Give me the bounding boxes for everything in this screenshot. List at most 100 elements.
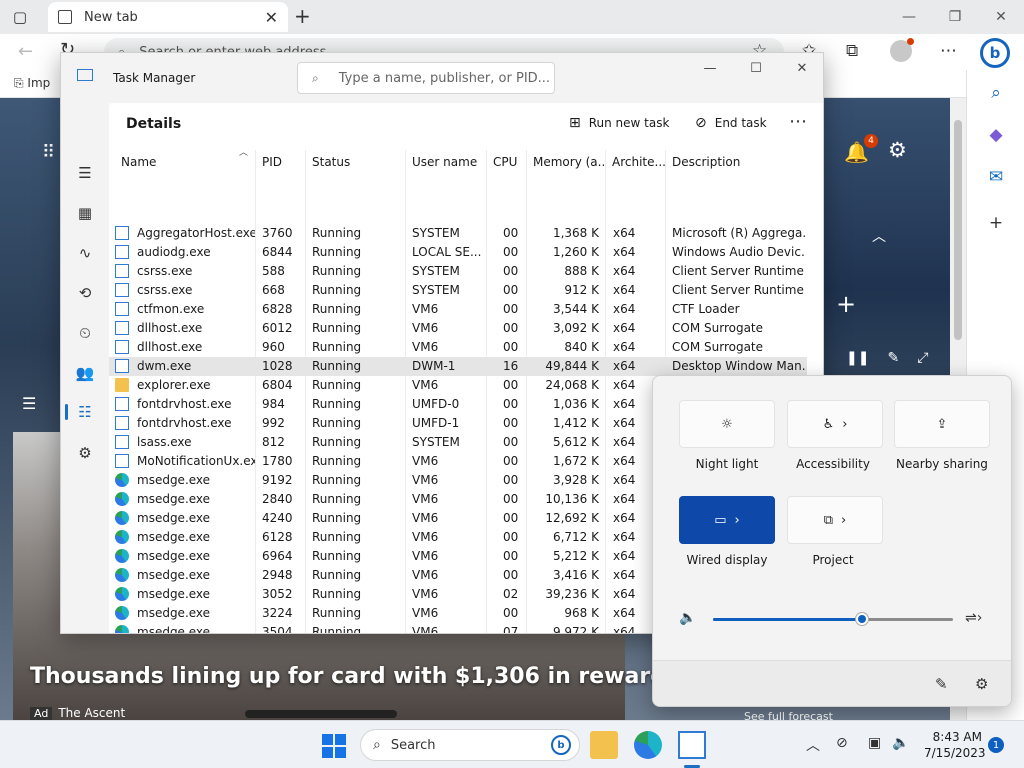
tab-actions-icon[interactable]: ▢ [10,7,30,27]
cell-user: VM6 [412,549,439,563]
table-row[interactable]: dllhost.exe 960 Running VM6 00 840 K x64 COM Su… [109,338,807,357]
edit-background-icon[interactable]: ✎ [887,350,899,366]
bing-chat-icon[interactable]: b [980,38,1010,68]
cell-memory: 3,928 K [552,473,599,487]
taskbar-search-box[interactable]: ⌕ Search b [360,729,580,761]
edit-quick-settings-icon[interactable]: ✎ [935,675,948,693]
task-manager-window-controls: — ☐ ✕ [687,53,823,83]
column-header-description[interactable]: Description [668,155,808,177]
table-row[interactable]: csrss.exe 668 Running SYSTEM 00 912 K x64 Clien… [109,281,807,300]
more-options-icon[interactable]: ⋯ [940,41,957,61]
nearby-sharing-toggle[interactable]: ⇪ [894,400,990,448]
hamburger-menu-icon[interactable]: ☰ [75,163,95,183]
chevron-up-icon[interactable]: ︿ [872,226,886,246]
wired-display-toggle[interactable]: ▭ › [679,496,775,544]
table-row[interactable]: AggregatorHost.exe 3760 Running SYSTEM 00 1,3… [109,224,807,243]
minimize-icon[interactable]: — [886,0,932,34]
pause-icon[interactable]: ❚❚ [846,350,869,366]
table-row[interactable]: dwm.exe 1028 Running DWM-1 16 49,844 K x64 Desk… [109,357,807,376]
network-icon[interactable]: ⊘ [836,735,848,751]
clock[interactable]: 8:43 AM 7/15/2023 [924,729,986,761]
cell-status: Running [312,378,362,392]
column-header-pid[interactable]: PID [258,155,306,177]
minimize-icon[interactable]: — [687,53,733,83]
close-window-icon[interactable]: ✕ [978,0,1024,34]
task-manager-search-input[interactable]: ⌕ Type a name, publisher, or PID... [297,62,555,94]
profile-avatar[interactable] [890,38,914,62]
ad-attribution: Ad The Ascent [30,706,125,720]
cell-status: Running [312,549,362,563]
processes-icon[interactable]: ▦ [75,203,95,223]
accessibility-toggle[interactable]: ♿ › [787,400,883,448]
app-history-icon[interactable]: ⟲ [75,283,95,303]
news-headline[interactable]: Thousands lining up for card with $1,306… [30,664,679,689]
page-scrollbar-thumb[interactable] [954,120,962,340]
table-row[interactable]: ctfmon.exe 6828 Running VM6 00 3,544 K x64 CTF … [109,300,807,319]
table-row[interactable]: csrss.exe 588 Running SYSTEM 00 888 K x64 Clien… [109,262,807,281]
column-header-name[interactable]: Name [117,155,257,177]
details-icon[interactable]: ☷ [75,402,95,422]
table-row[interactable]: dllhost.exe 6012 Running VM6 00 3,092 K x64 COM… [109,319,807,338]
close-icon[interactable]: ✕ [779,53,823,83]
page-settings-icon[interactable]: ⚙ [888,138,907,162]
file-explorer-icon[interactable] [590,731,618,759]
column-header-status[interactable]: Status [308,155,406,177]
sidebar-copilot-icon[interactable]: ◆ [985,124,1007,146]
task-manager-titlebar[interactable]: Task Manager ⌕ Type a name, publisher, o… [61,53,823,103]
performance-icon[interactable]: ∿ [75,243,95,263]
notification-center-badge[interactable]: 1 [988,737,1004,753]
carousel-dots[interactable] [245,710,397,718]
end-task-button[interactable]: ⊘ End task [695,115,767,131]
project-toggle[interactable]: ⧉ › [787,496,883,544]
users-icon[interactable]: 👥 [75,363,95,383]
show-hidden-icons-icon[interactable]: ︿ [806,735,820,755]
new-tab-button[interactable]: + [294,4,311,28]
volume-slider[interactable] [713,613,953,625]
column-header-architecture[interactable]: Archite... [608,155,666,177]
favorites-import-item[interactable]: ⎘ Imp [14,76,50,91]
services-icon[interactable]: ⚙ [75,443,95,463]
more-options-icon[interactable]: ⋯ [789,111,807,132]
cell-cpu: 00 [503,473,519,487]
expand-icon[interactable]: ⤢ [917,350,928,366]
ad-source[interactable]: The Ascent [58,706,125,720]
apps-grid-icon[interactable]: ⠿ [42,142,55,163]
cell-status: Running [312,226,362,240]
maximize-icon[interactable]: ☐ [733,53,779,83]
sidebar-add-icon[interactable]: + [985,212,1007,234]
startup-apps-icon[interactable]: ⏲ [75,323,95,343]
task-manager-taskbar-icon[interactable] [678,731,706,759]
table-row[interactable]: audiodg.exe 6844 Running LOCAL SE... 00 1,260… [109,243,807,262]
volume-slider-thumb[interactable] [856,613,868,625]
collections-icon[interactable]: ⧉ [846,41,858,61]
volume-tray-icon[interactable]: 🔈 [892,735,909,751]
cell-name: msedge.exe [137,549,211,563]
audio-output-icon[interactable]: ⇌› [965,610,982,626]
cell-memory: 912 K [564,283,599,297]
settings-icon[interactable]: ⚙ [975,675,988,693]
tab-new-tab[interactable]: New tab ✕ [48,2,288,32]
cell-user: VM6 [412,473,439,487]
edge-icon[interactable] [634,731,662,759]
hamburger-menu-icon[interactable]: ☰ [22,394,36,413]
run-new-task-button[interactable]: ⊞ Run new task [569,115,669,131]
column-header-cpu[interactable]: CPU [489,155,529,177]
volume-icon[interactable]: 🔈 [679,610,696,626]
start-icon[interactable] [322,734,346,758]
accessibility-label: Accessibility [796,457,870,471]
restore-icon[interactable]: ❐ [932,0,978,34]
night-light-toggle[interactable]: ☼ [679,400,775,448]
column-header-user[interactable]: User name [408,155,486,177]
forecast-link[interactable]: See full forecast [744,710,833,720]
cell-memory: 24,068 K [545,378,599,392]
sidebar-search-icon[interactable]: ⌕ [985,82,1007,104]
cell-name: dllhost.exe [137,321,203,335]
back-icon[interactable]: ← [18,41,33,62]
display-icon[interactable]: ▣ [868,735,881,751]
column-header-memory[interactable]: Memory (a... [529,155,605,177]
add-quick-link-icon[interactable]: + [836,290,856,318]
close-tab-icon[interactable]: ✕ [265,8,278,27]
sidebar-outlook-icon[interactable]: ✉ [985,166,1007,188]
edge-process-icon [115,511,129,525]
cell-memory: 1,672 K [552,454,599,468]
